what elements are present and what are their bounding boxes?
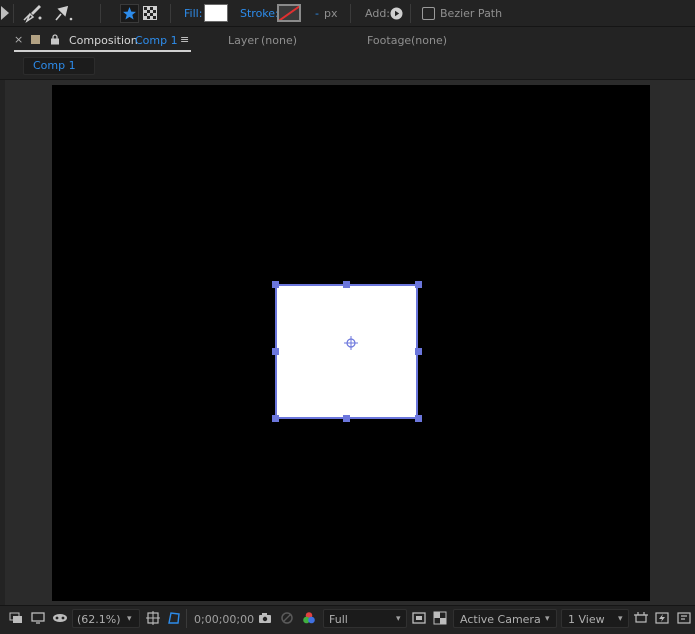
selection-tool-icon[interactable] xyxy=(0,5,10,21)
chevron-down-icon: ▾ xyxy=(618,614,623,624)
tool-creates-mask-icon[interactable] xyxy=(143,6,157,20)
add-play-icon[interactable] xyxy=(390,7,403,20)
monitor-icon[interactable] xyxy=(30,610,46,626)
stroke-width-unit: px xyxy=(324,7,338,20)
stroke-width-value[interactable]: - xyxy=(315,7,319,20)
tools-toolbar: Fill: Stroke: - px Add: Bezier Path xyxy=(0,0,695,27)
transform-handle[interactable] xyxy=(272,415,279,422)
rectangle-shape-layer[interactable] xyxy=(275,284,418,419)
layer-tab-label[interactable]: Layer xyxy=(228,34,259,47)
toolbar-divider xyxy=(13,4,14,23)
mask-visibility-icon[interactable] xyxy=(51,610,67,626)
fast-previews-icon[interactable] xyxy=(654,610,670,626)
zoom-value: (62.1%) xyxy=(77,613,121,626)
transform-handle[interactable] xyxy=(343,415,350,422)
timeline-icon[interactable] xyxy=(676,610,692,626)
bezier-path-label: Bezier Path xyxy=(440,7,503,20)
timecode-value[interactable]: 0;00;00;00 xyxy=(194,613,254,626)
stroke-label[interactable]: Stroke: xyxy=(240,7,279,20)
comp-navigator-bar xyxy=(0,54,695,80)
transparency-grid-icon[interactable] xyxy=(432,610,448,626)
tool-creates-shape-button[interactable] xyxy=(120,4,139,23)
toolbar-divider xyxy=(350,4,351,23)
footage-tab-label[interactable]: Footage xyxy=(367,34,411,47)
star-icon xyxy=(123,7,136,20)
always-preview-icon[interactable] xyxy=(8,610,24,626)
stroke-color-swatch[interactable] xyxy=(277,4,301,22)
anchor-point-icon[interactable] xyxy=(344,336,358,350)
mask-path-visibility-icon[interactable] xyxy=(166,610,182,626)
chevron-down-icon: ▾ xyxy=(396,614,401,624)
bezier-path-checkbox[interactable] xyxy=(422,7,435,20)
brush-tool-icon[interactable] xyxy=(22,3,44,23)
comp-breadcrumb-tab[interactable]: Comp 1 xyxy=(23,57,95,75)
color-channels-icon[interactable] xyxy=(301,610,317,626)
layer-tab-value: (none) xyxy=(261,34,298,47)
transform-handle[interactable] xyxy=(415,281,422,288)
add-label: Add: xyxy=(365,7,391,20)
composition-tab-label[interactable]: Composition xyxy=(69,34,138,47)
close-tab-icon[interactable]: × xyxy=(14,33,23,46)
chevron-down-icon: ▾ xyxy=(545,614,550,624)
resolution-value: Full xyxy=(329,613,348,626)
transform-handle[interactable] xyxy=(415,348,422,355)
transform-handle[interactable] xyxy=(272,281,279,288)
label-color-swatch xyxy=(31,35,40,44)
camera-snapshot-icon[interactable] xyxy=(257,610,273,626)
toolbar-divider xyxy=(410,4,411,23)
puppet-tool-icon[interactable] xyxy=(52,3,74,23)
title-action-safe-icon[interactable] xyxy=(145,610,161,626)
lock-icon[interactable] xyxy=(50,34,60,45)
footage-tab-value: (none) xyxy=(411,34,448,47)
toolbar-divider xyxy=(100,4,101,23)
view-layout-value: 1 View xyxy=(568,613,605,626)
chevron-down-icon: ▾ xyxy=(127,614,132,624)
transform-handle[interactable] xyxy=(343,281,350,288)
toolbar-divider xyxy=(170,4,171,23)
composition-tab-name[interactable]: Comp 1 xyxy=(135,34,178,47)
camera-view-value: Active Camera xyxy=(460,613,541,626)
show-snapshot-icon[interactable] xyxy=(279,610,295,626)
region-of-interest-icon[interactable] xyxy=(411,610,427,626)
active-tab-indicator xyxy=(14,50,191,52)
footer-divider xyxy=(186,609,187,628)
transform-handle[interactable] xyxy=(272,348,279,355)
fill-color-swatch[interactable] xyxy=(204,4,228,22)
transform-handle[interactable] xyxy=(415,415,422,422)
toggle-pixel-aspect-icon[interactable] xyxy=(633,610,649,626)
panel-menu-icon[interactable]: ≡ xyxy=(180,33,189,46)
fill-label[interactable]: Fill: xyxy=(184,7,202,20)
